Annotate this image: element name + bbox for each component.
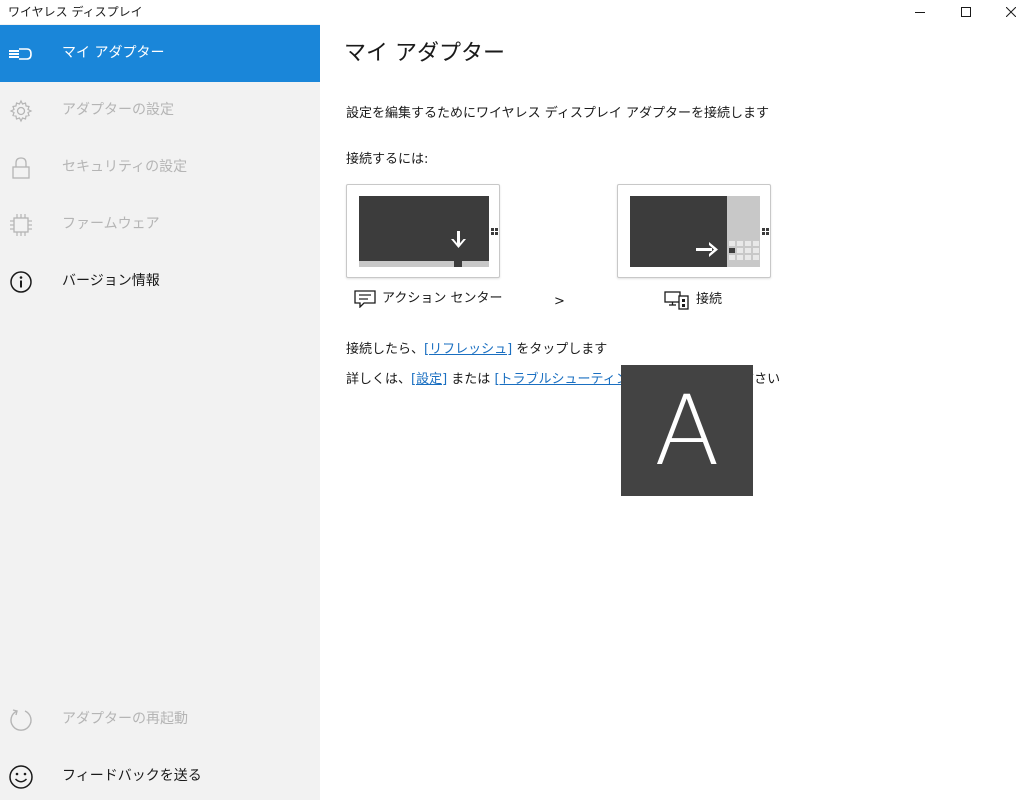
- sidebar-item-restart-adapter[interactable]: アダプターの再起動: [0, 691, 320, 748]
- maximize-button[interactable]: [943, 0, 989, 24]
- step1-action-center: アクション センター: [354, 290, 503, 309]
- connect-screen-icon: [630, 196, 769, 267]
- maximize-icon: [961, 7, 971, 17]
- after-connect-suffix: をタップします: [512, 342, 608, 357]
- settings-link[interactable]: [設定]: [411, 372, 447, 387]
- step-separator: >: [554, 294, 565, 309]
- how-to-connect-heading: 接続するには:: [346, 152, 429, 167]
- restart-icon: [8, 707, 34, 733]
- sidebar-item-firmware[interactable]: ファームウェア: [0, 196, 320, 253]
- action-center-icon: [354, 290, 376, 309]
- after-connect-prefix: 接続したら、: [346, 342, 425, 357]
- step2-label: 接続: [696, 292, 723, 307]
- info-icon: [8, 269, 34, 295]
- adapter-icon: [8, 41, 34, 67]
- description-text: 設定を編集するためにワイヤレス ディスプレイ アダプターを接続します: [346, 106, 769, 121]
- close-button[interactable]: [988, 0, 1024, 24]
- sidebar-item-label: バージョン情報: [62, 273, 160, 289]
- action-center-illustration: [346, 184, 500, 278]
- sidebar-item-security-settings[interactable]: セキュリティの設定: [0, 139, 320, 196]
- details-or: または: [447, 372, 495, 387]
- after-connect-text: 接続したら、[リフレッシュ] をタップします: [346, 341, 607, 359]
- sidebar-item-label: アダプターの再起動: [62, 711, 188, 727]
- sidebar-item-label: ファームウェア: [62, 216, 160, 232]
- letter-overlay: A: [621, 365, 753, 496]
- title-bar: ワイヤレス ディスプレイ: [0, 0, 1024, 24]
- gear-icon: [8, 98, 34, 124]
- sidebar-item-label: アダプターの設定: [62, 102, 174, 118]
- connect-icon: [664, 291, 689, 310]
- smiley-icon: [8, 764, 34, 790]
- action-center-screen-icon: [359, 196, 498, 267]
- refresh-link[interactable]: [リフレッシュ]: [424, 342, 512, 357]
- details-prefix: 詳しくは、: [346, 372, 412, 387]
- overlay-letter: A: [654, 374, 720, 487]
- page-title: マイ アダプター: [344, 41, 505, 66]
- sidebar-item-adapter-settings[interactable]: アダプターの設定: [0, 82, 320, 139]
- connect-illustration: [617, 184, 771, 278]
- chip-icon: [8, 212, 34, 238]
- sidebar-item-version-info[interactable]: バージョン情報: [0, 253, 320, 310]
- minimize-button[interactable]: [897, 0, 943, 24]
- sidebar-item-label: フィードバックを送る: [62, 768, 202, 784]
- minimize-icon: [915, 12, 925, 13]
- close-icon: [1006, 7, 1016, 17]
- sidebar-item-label: マイ アダプター: [62, 45, 165, 61]
- sidebar-item-my-adapter[interactable]: マイ アダプター: [0, 25, 320, 82]
- step1-label: アクション センター: [382, 291, 503, 306]
- sidebar-item-label: セキュリティの設定: [62, 159, 188, 175]
- lock-icon: [8, 155, 34, 181]
- sidebar-item-send-feedback[interactable]: フィードバックを送る: [0, 748, 320, 805]
- sidebar: マイ アダプター アダプターの設定 セキュリティの設定 ファームウェア バージョ…: [0, 24, 320, 800]
- step2-connect: 接続: [664, 290, 722, 310]
- window-title: ワイヤレス ディスプレイ: [8, 5, 143, 19]
